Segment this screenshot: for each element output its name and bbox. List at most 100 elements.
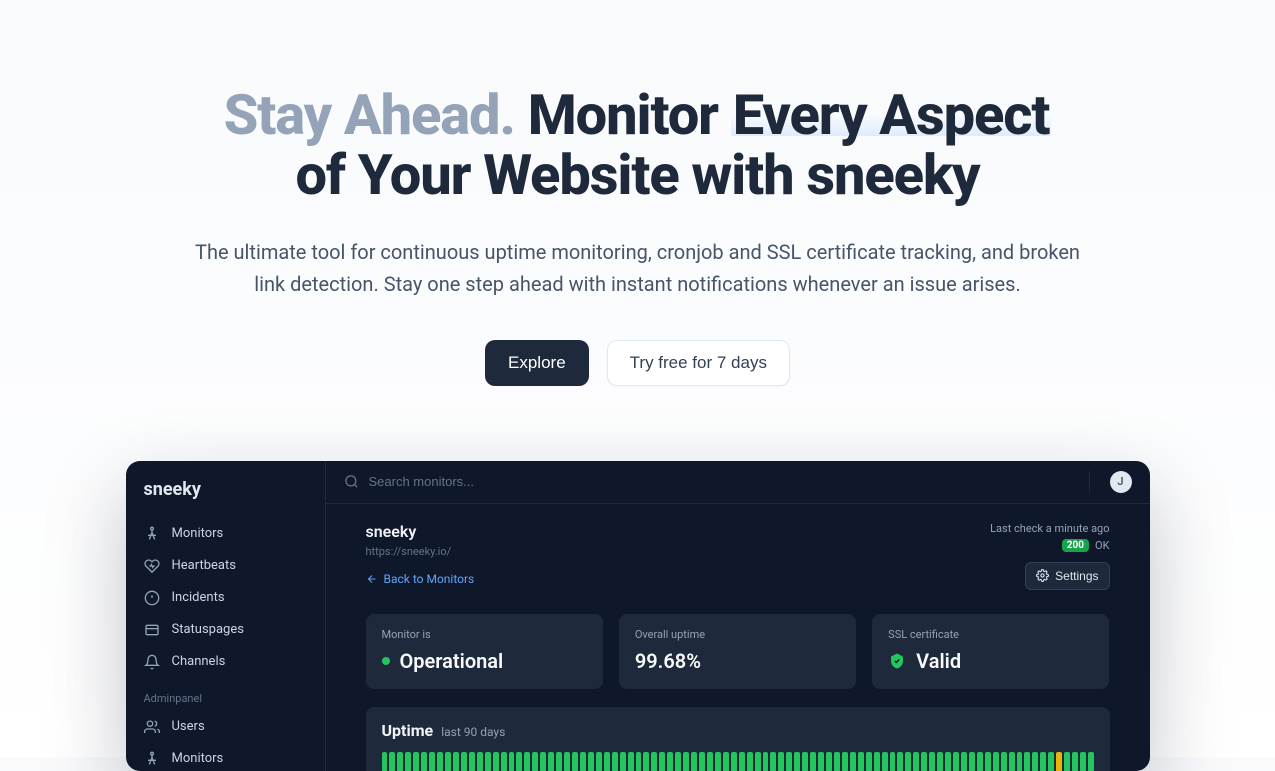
settings-label: Settings xyxy=(1055,569,1098,583)
uptime-bar xyxy=(636,752,642,771)
uptime-bar xyxy=(1024,752,1030,771)
uptime-bar xyxy=(707,752,713,771)
uptime-bar xyxy=(794,752,800,771)
sidebar-item-incidents[interactable]: Incidents xyxy=(126,582,325,614)
uptime-bar xyxy=(612,752,618,771)
sidebar-item-label: Heartbeats xyxy=(172,558,236,573)
uptime-bar xyxy=(405,752,411,771)
uptime-bar xyxy=(985,752,991,771)
http-status: 200 OK xyxy=(990,539,1109,552)
uptime-bar xyxy=(905,752,911,771)
uptime-bar xyxy=(723,752,729,771)
uptime-bar xyxy=(477,752,483,771)
hero-title-p4: of Your Website with sneeky xyxy=(295,142,979,208)
admin-section-label: Adminpanel xyxy=(126,678,325,711)
avatar[interactable]: J xyxy=(1110,471,1132,493)
uptime-bar xyxy=(1056,752,1062,771)
sidebar-item-channels[interactable]: Channels xyxy=(126,646,325,678)
uptime-bar xyxy=(397,752,403,771)
uptime-bar xyxy=(604,752,610,771)
page-title: sneeky xyxy=(366,522,475,541)
heartbeat-icon xyxy=(144,558,160,574)
uptime-bar xyxy=(588,752,594,771)
uptime-bar xyxy=(683,752,689,771)
uptime-bar xyxy=(866,752,872,771)
alert-icon xyxy=(144,590,160,606)
uptime-bar xyxy=(786,752,792,771)
uptime-bar xyxy=(469,752,475,771)
sidebar-item-label: Monitors xyxy=(172,526,224,541)
sidebar: sneeky Monitors Heartbeats Incidents Sta… xyxy=(126,461,326,771)
card-value: Valid xyxy=(916,649,961,673)
card-value: Operational xyxy=(400,649,504,673)
uptime-bar xyxy=(1009,752,1015,771)
shield-check-icon xyxy=(888,652,906,670)
uptime-bar xyxy=(770,752,776,771)
hero-subtitle: The ultimate tool for continuous uptime … xyxy=(188,236,1088,300)
uptime-bar xyxy=(993,752,999,771)
uptime-bar xyxy=(890,752,896,771)
brand-logo: sneeky xyxy=(126,477,325,518)
uptime-bar xyxy=(524,752,530,771)
uptime-bar xyxy=(620,752,626,771)
sidebar-item-label: Channels xyxy=(172,654,226,669)
try-free-button[interactable]: Try free for 7 days xyxy=(607,340,790,386)
uptime-bar xyxy=(493,752,499,771)
card-ssl: SSL certificate Valid xyxy=(872,614,1109,689)
sidebar-item-statuspages[interactable]: Statuspages xyxy=(126,614,325,646)
uptime-bar xyxy=(834,752,840,771)
uptime-panel: Uptime last 90 days xyxy=(366,707,1110,771)
topbar: J xyxy=(326,461,1150,504)
uptime-bar xyxy=(1017,752,1023,771)
uptime-bar xyxy=(532,752,538,771)
hero-title: Stay Ahead. Monitor Every Aspect of Your… xyxy=(100,85,1175,206)
sidebar-item-label: Monitors xyxy=(172,751,224,766)
uptime-bar xyxy=(413,752,419,771)
settings-button[interactable]: Settings xyxy=(1025,562,1109,590)
uptime-bar xyxy=(715,752,721,771)
back-to-monitors-link[interactable]: Back to Monitors xyxy=(366,572,475,586)
uptime-bar xyxy=(389,752,395,771)
uptime-bar xyxy=(747,752,753,771)
uptime-bar xyxy=(1088,752,1094,771)
status-dot-icon xyxy=(382,657,390,665)
hero-title-accent: Every Aspect xyxy=(731,82,1052,148)
uptime-bar xyxy=(882,752,888,771)
bell-icon xyxy=(144,654,160,670)
sidebar-item-heartbeats[interactable]: Heartbeats xyxy=(126,550,325,582)
divider xyxy=(1089,471,1090,493)
uptime-bar xyxy=(826,752,832,771)
monitor-icon xyxy=(144,526,160,542)
sidebar-item-users[interactable]: Users xyxy=(126,711,325,743)
uptime-bar xyxy=(921,752,927,771)
card-label: Overall uptime xyxy=(635,628,840,641)
sidebar-item-monitors[interactable]: Monitors xyxy=(126,518,325,550)
uptime-bar xyxy=(969,752,975,771)
card-label: Monitor is xyxy=(382,628,587,641)
search-input[interactable] xyxy=(369,474,1079,489)
search-icon xyxy=(344,474,359,489)
uptime-title-text: Uptime xyxy=(382,721,434,740)
sidebar-item-label: Users xyxy=(172,719,205,734)
sidebar-item-label: Statuspages xyxy=(172,622,244,637)
uptime-bar xyxy=(929,752,935,771)
explore-button[interactable]: Explore xyxy=(485,340,589,386)
arrow-left-icon xyxy=(366,573,378,585)
sidebar-item-label: Incidents xyxy=(172,590,225,605)
hero-title-muted: Stay Ahead. xyxy=(224,82,515,148)
gear-icon xyxy=(1036,569,1049,582)
uptime-bar xyxy=(667,752,673,771)
card-overall-uptime: Overall uptime 99.68% xyxy=(619,614,856,689)
uptime-bar xyxy=(659,752,665,771)
uptime-bar xyxy=(874,752,880,771)
uptime-bar xyxy=(651,752,657,771)
uptime-bar xyxy=(628,752,634,771)
last-check-text: Last check a minute ago xyxy=(990,522,1109,535)
uptime-bar xyxy=(437,752,443,771)
hero-title-p2: Monitor xyxy=(528,82,718,148)
status-text: OK xyxy=(1095,539,1109,552)
uptime-bar xyxy=(1048,752,1054,771)
uptime-bar xyxy=(461,752,467,771)
uptime-bar xyxy=(755,752,761,771)
uptime-bar xyxy=(1040,752,1046,771)
